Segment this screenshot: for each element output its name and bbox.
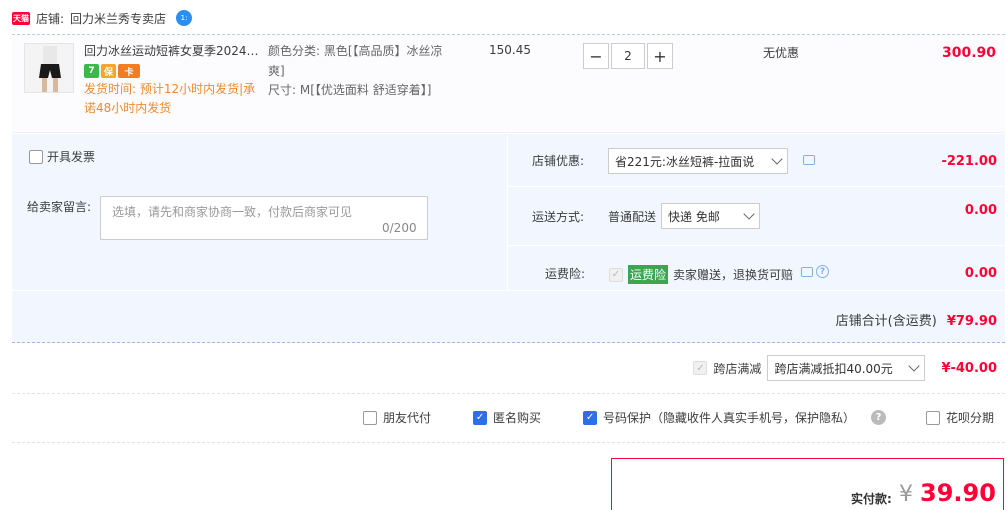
coupon-select[interactable]: 省221元:冰丝短裤-拉面说 [608,148,788,174]
huabei-label: 花呗分期 [946,411,995,425]
insurance-tag: 运费险 [628,265,669,284]
shop-total-label: 店铺合计(含运费) [835,314,937,329]
cross-store-select-value: 跨店满减抵扣40.00元 [774,361,893,376]
qty-input[interactable] [611,43,645,69]
shop-total: 店铺合计(含运费) ¥79.90 [836,310,997,329]
insurance-desc: 卖家赠送，退换货可赔 [673,268,794,282]
shipping-select[interactable]: 快递 免邮 [661,203,760,229]
extra-options: 朋友代付 ✓ 匿名购买 ✓ 号码保护（隐藏收件人真实手机号，保护隐私） ? 花呗… [363,409,994,426]
cross-store-checkbox: ✓ [693,361,708,375]
phone-protect-checkbox[interactable]: ✓ [583,410,598,425]
shop-label: 店铺: [36,11,65,26]
shipping-time-note: 发货时间: 预计12小时内发货|承诺48小时内发货 [84,82,256,115]
huabei-checkbox[interactable] [926,410,941,425]
cross-store-discount: ✓ 跨店满减 跨店满减抵扣40.00元 ¥-40.00 [693,355,997,381]
guarantee-icon: 保 [101,64,116,78]
unit-price: 150.45 [489,43,531,57]
message-char-count: 0/200 [382,221,417,235]
shop-name[interactable]: 回力米兰秀专卖店 [70,10,166,27]
item-total: 300.90 [941,45,996,61]
item-discount: 无优惠 [763,46,800,60]
quantity-stepper: − + [583,43,673,69]
friend-pay-checkbox[interactable] [363,410,377,425]
comment-icon[interactable] [801,266,813,277]
invoice-option[interactable]: 开具发票 [29,148,95,165]
anonymous-buy-label: 匿名购买 [493,411,542,425]
seller-message-placeholder: 选填，请先和商家协商一致，付款后商家可见 [112,205,353,219]
currency-symbol: ¥ [899,482,913,507]
insurance-amount: 0.00 [964,266,997,281]
insurance-option: ✓ 运费险 卖家赠送，退换货可赔 [609,265,793,284]
huabei-option[interactable]: 花呗分期 [926,409,994,426]
divider [12,290,1005,291]
insurance-label: 运费险: [545,267,586,281]
qty-plus-button[interactable]: + [647,43,673,69]
friend-pay-option[interactable]: 朋友代付 [363,409,431,426]
coupon-label: 店铺优惠: [532,154,585,168]
shipping-label: 运送方式: [532,210,585,224]
help-icon[interactable]: ? [871,410,887,425]
help-icon[interactable]: ? [816,265,829,278]
product-title[interactable]: 回力冰丝运动短裤女夏季2024… [84,42,262,59]
insurance-icons: ? [801,265,829,278]
tmall-icon: 天猫 [12,11,30,25]
insurance-checkbox: ✓ [609,267,623,282]
comment-icon[interactable] [803,155,815,165]
shipping-amount: 0.00 [964,203,997,218]
service-badges: 7 保 卡 [84,64,140,78]
divider [507,134,508,290]
divider [12,442,1005,443]
attr-color: 颜色分类: 黑色[【高品质】冰丝凉爽] [268,44,443,78]
friend-pay-label: 朋友代付 [383,411,432,425]
invoice-label: 开具发票 [47,150,96,164]
anonymous-buy-option[interactable]: ✓ 匿名购买 [473,409,541,426]
chevron-down-icon [771,153,783,165]
qty-minus-button[interactable]: − [583,43,609,69]
cross-store-label: 跨店满减 [713,361,762,376]
shipping-method: 普通配送 [608,210,657,224]
chat-icon[interactable]: 1: [176,10,193,26]
phone-protect-label: 号码保护（隐藏收件人真实手机号，保护隐私） [603,411,856,425]
shipping-select-value: 快递 免邮 [668,209,720,224]
card-icon: 卡 [118,64,140,78]
phone-protect-option[interactable]: ✓ 号码保护（隐藏收件人真实手机号，保护隐私） [583,409,855,426]
divider [507,186,1005,187]
divider [507,245,1005,246]
anonymous-buy-checkbox[interactable]: ✓ [473,410,488,425]
divider [12,393,1005,394]
product-thumbnail[interactable] [24,43,74,93]
shop-header: 天猫 店铺: 回力米兰秀专卖店 1: [12,8,193,28]
chevron-down-icon [743,208,755,220]
seven-day-return-icon: 7 [84,64,99,78]
coupon-select-value: 省221元:冰丝短裤-拉面说 [615,154,755,169]
pay-label: 实付款: [851,492,892,506]
seller-message-label: 给卖家留言: [27,200,92,214]
chevron-down-icon [908,360,921,372]
cross-store-select[interactable]: 跨店满减抵扣40.00元 [767,355,926,381]
product-attributes: 颜色分类: 黑色[【高品质】冰丝凉爽] 尺寸: M[【优选面料 舒适穿着】] [268,42,450,101]
coupon-amount: -221.00 [941,154,997,169]
attr-size: 尺寸: M[【优选面料 舒适穿着】] [268,83,432,97]
invoice-checkbox[interactable] [29,149,43,164]
cross-store-amount: ¥-40.00 [941,360,997,376]
shop-total-amount: ¥79.90 [946,314,997,329]
pay-amount: 39.90 [920,479,996,507]
